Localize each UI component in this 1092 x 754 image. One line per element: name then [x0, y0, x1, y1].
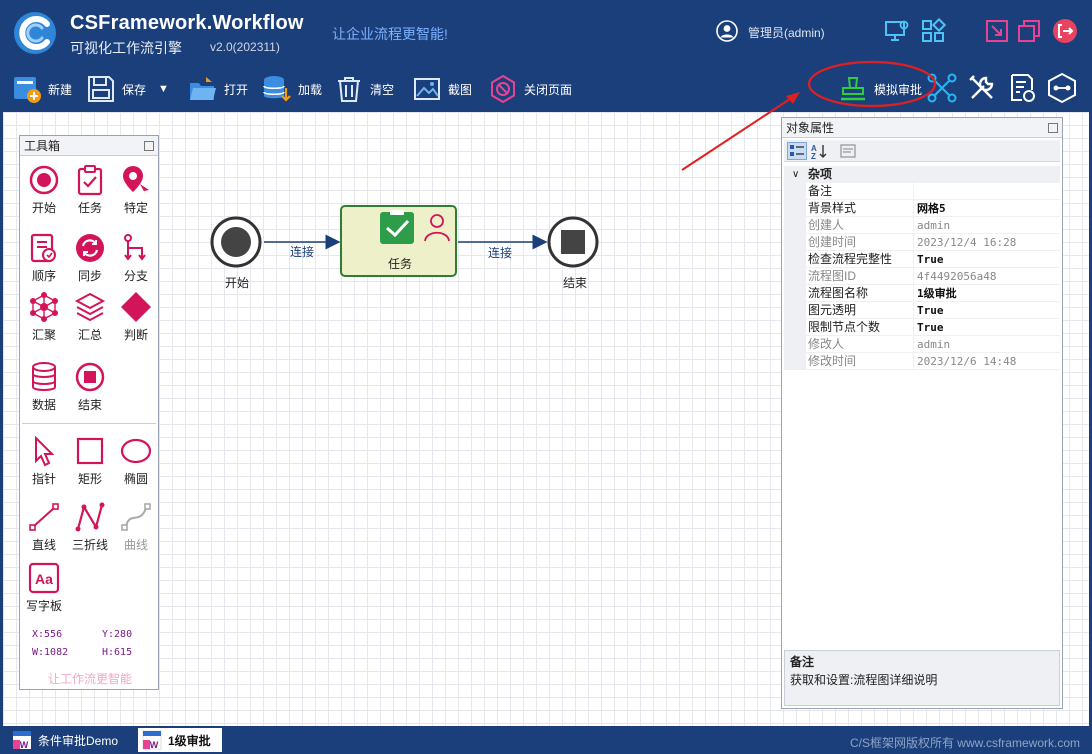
- properties-toolbar: AZ: [784, 140, 1060, 162]
- tool-summary[interactable]: 汇总: [68, 291, 112, 343]
- tool-curve[interactable]: 曲线: [114, 501, 158, 553]
- tool-rectangle[interactable]: 矩形: [68, 435, 112, 487]
- workflow-doc-icon: W: [142, 730, 162, 750]
- toolbox-restore-icon[interactable]: [144, 141, 154, 151]
- tool-ellipse[interactable]: 椭圆: [114, 435, 158, 487]
- properties-panel: 对象属性 AZ ∨ 杂项 备注 背景样式 网格5 创建人 admin 创建时间 202…: [781, 117, 1063, 709]
- prop-row-check-integrity[interactable]: 检查流程完整性 True: [784, 251, 1060, 268]
- text-aa-icon: Aa: [28, 562, 60, 594]
- pointer-arrow-icon: [35, 435, 55, 467]
- edge2-label: 连接: [488, 246, 513, 260]
- tool-branch[interactable]: 分支: [114, 232, 158, 284]
- prop-row-creator[interactable]: 创建人 admin: [784, 217, 1060, 234]
- branch-icon: [124, 234, 146, 261]
- tab-condition-approval-demo[interactable]: W 条件审批Demo: [8, 728, 132, 752]
- polyline-icon: [75, 502, 105, 532]
- end-node-label: 结束: [563, 276, 588, 290]
- toolbox-panel: 工具箱 开始 任务 特定 顺序 同步 分支 汇聚 汇总 判断 数据 结束 指针 …: [19, 135, 159, 690]
- property-pages-button[interactable]: [838, 142, 858, 160]
- task-clipboard-icon: [380, 210, 414, 244]
- properties-header: 对象属性: [782, 118, 1062, 138]
- property-grid: ∨ 杂项 备注 背景样式 网格5 创建人 admin 创建时间 2023/12/4 1…: [784, 166, 1060, 370]
- task-node-label: 任务: [388, 257, 413, 271]
- properties-restore-icon[interactable]: [1048, 123, 1058, 133]
- properties-title: 对象属性: [786, 121, 835, 135]
- workflow-doc-icon: W: [13, 731, 31, 750]
- ellipse-icon: [120, 438, 152, 464]
- description-text: 获取和设置:流程图详细说明: [790, 673, 938, 687]
- coord-h: H:615: [102, 647, 133, 658]
- toolbox-title: 工具箱: [24, 139, 61, 153]
- start-node[interactable]: [210, 216, 262, 268]
- stop-circle-icon: [75, 362, 105, 392]
- prop-row-remark[interactable]: 备注: [784, 183, 1060, 200]
- svg-text:W: W: [150, 740, 159, 750]
- prop-row-flow-name[interactable]: 流程图名称 1级审批: [784, 285, 1060, 302]
- description-title: 备注: [790, 655, 815, 669]
- tool-decision[interactable]: 判断: [114, 291, 158, 343]
- toolbox-header: 工具箱: [20, 136, 158, 156]
- tool-converge[interactable]: 汇聚: [22, 291, 66, 343]
- prop-row-created-time[interactable]: 创建时间 2023/12/4 16:28: [784, 234, 1060, 251]
- copyright-text: C/S框架网版权所有 www.csframework.com: [849, 736, 1080, 750]
- network-hub-icon: [30, 292, 58, 322]
- prop-row-modified-time[interactable]: 修改时间 2023/12/6 14:48: [784, 353, 1060, 370]
- edge1-label: 连接: [290, 245, 315, 259]
- tab-level1-approval[interactable]: W 1级审批: [138, 728, 222, 752]
- prop-row-transparent[interactable]: 图元透明 True: [784, 302, 1060, 319]
- tool-task[interactable]: 任务: [68, 164, 112, 216]
- tool-specific[interactable]: 特定: [114, 164, 158, 216]
- tool-textpad[interactable]: Aa 写字板: [22, 562, 66, 614]
- property-pages-icon: [840, 144, 856, 158]
- prop-row-background-style[interactable]: 背景样式 网格5: [784, 200, 1060, 217]
- end-node[interactable]: [547, 216, 599, 268]
- prop-row-modifier[interactable]: 修改人 admin: [784, 336, 1060, 353]
- database-icon: [32, 362, 56, 391]
- clipboard-check-icon: [77, 165, 103, 196]
- category-misc[interactable]: ∨ 杂项: [784, 166, 1060, 183]
- tool-line[interactable]: 直线: [22, 501, 66, 553]
- prop-row-flow-id[interactable]: 流程图ID 4f4492056a48: [784, 268, 1060, 285]
- sync-icon: [76, 234, 104, 262]
- sort-az-icon: AZ: [811, 144, 827, 161]
- coord-x: X:556: [32, 629, 63, 640]
- categorized-list-icon: [790, 145, 804, 156]
- start-circle-icon: [29, 165, 59, 195]
- tool-end[interactable]: 结束: [68, 361, 112, 413]
- tool-polyline[interactable]: 三折线: [68, 501, 112, 553]
- tool-pointer[interactable]: 指针: [22, 435, 66, 487]
- svg-text:W: W: [20, 740, 29, 750]
- line-icon: [29, 503, 59, 531]
- alphabetical-view-button[interactable]: AZ: [809, 142, 829, 161]
- start-node-label: 开始: [225, 276, 250, 290]
- toolbox-footer: 让工作流更智能: [47, 672, 132, 686]
- property-description: 备注 获取和设置:流程图详细说明: [784, 650, 1060, 706]
- collapse-chevron-icon[interactable]: ∨: [792, 166, 799, 183]
- rectangle-icon: [76, 437, 104, 465]
- coord-w: W:1082: [32, 647, 69, 658]
- tool-sequence[interactable]: 顺序: [22, 232, 66, 284]
- diamond-icon: [121, 292, 151, 322]
- tool-sync[interactable]: 同步: [68, 232, 112, 284]
- svg-text:Z: Z: [811, 152, 816, 159]
- tool-data[interactable]: 数据: [22, 361, 66, 413]
- sequence-doc-icon: [30, 233, 56, 263]
- layers-icon: [74, 292, 106, 322]
- curve-icon: [121, 503, 151, 531]
- categorized-view-button[interactable]: [787, 142, 807, 160]
- tool-start[interactable]: 开始: [22, 164, 66, 216]
- status-bar: W 条件审批Demo W 1级审批 C/S框架网版权所有 www.csframe…: [0, 726, 1092, 754]
- coord-y: Y:280: [102, 629, 133, 640]
- toolbox-separator: [22, 423, 156, 424]
- svg-text:Aa: Aa: [35, 571, 53, 587]
- prop-row-limit-nodes[interactable]: 限制节点个数 True: [784, 319, 1060, 336]
- map-pin-icon: [123, 166, 149, 195]
